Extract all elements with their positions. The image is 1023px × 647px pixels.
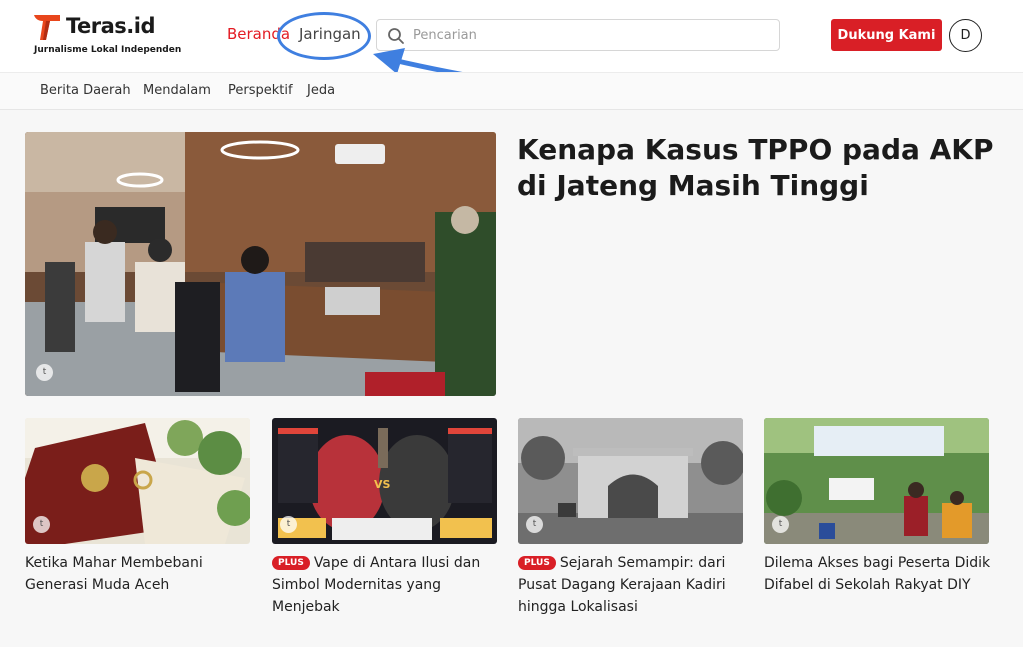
wedding-documents-photo (25, 418, 250, 544)
card-image-vape[interactable]: VS t (272, 418, 497, 544)
hero-title[interactable]: Kenapa Kasus TPPO pada AKP di Jateng Mas… (517, 132, 997, 204)
card-badge: t (526, 516, 543, 533)
card-badge: t (772, 516, 789, 533)
meeting-room-photo (25, 132, 496, 396)
teras-logo-icon (34, 15, 60, 40)
card-image-semampir[interactable]: t (518, 418, 743, 544)
school-sign-photo (764, 418, 989, 544)
card-image-difabel[interactable]: t (764, 418, 989, 544)
card-title-difabel[interactable]: Dilema Akses bagi Peserta Didik Difabel … (764, 552, 992, 596)
card-badge: t (33, 516, 50, 533)
hero-image[interactable]: t (25, 132, 496, 396)
card-title-vape[interactable]: PLUS Vape di Antara Ilusi dan Simbol Mode… (272, 552, 500, 618)
plus-badge: PLUS (518, 556, 556, 570)
card-title-text: Ketika Mahar Membebani Generasi Muda Ace… (25, 555, 203, 593)
subnav-mendalam[interactable]: Mendalam (143, 83, 211, 98)
user-avatar[interactable]: D (949, 19, 982, 52)
logo-name: Teras.id (66, 14, 156, 38)
subnav-berita-daerah[interactable]: Berita Daerah (40, 83, 131, 98)
card-badge: t (280, 516, 297, 533)
annotation-circle (277, 12, 371, 60)
card-title-mahar[interactable]: Ketika Mahar Membebani Generasi Muda Ace… (25, 552, 253, 596)
card-title-semampir[interactable]: PLUS Sejarah Semampir: dari Pusat Dagang … (518, 552, 746, 618)
support-button[interactable]: Dukung Kami (831, 19, 942, 51)
lungs-infographic: VS (272, 418, 497, 544)
subnav-jeda[interactable]: Jeda (307, 83, 335, 98)
category-nav: Berita Daerah Mendalam Perspektif Jeda (0, 72, 1023, 110)
historic-gate-photo (518, 418, 743, 544)
site-logo[interactable]: Teras.id Jurnalisme Lokal Independen (32, 12, 182, 62)
card-image-mahar[interactable]: t (25, 418, 250, 544)
hero-badge: t (36, 364, 53, 381)
subnav-perspektif[interactable]: Perspektif (228, 83, 293, 98)
site-header: Teras.id Jurnalisme Lokal Independen Ber… (0, 0, 1023, 72)
vs-label: VS (374, 478, 391, 491)
card-title-text: Dilema Akses bagi Peserta Didik Difabel … (764, 555, 991, 593)
logo-tagline: Jurnalisme Lokal Independen (34, 45, 182, 55)
plus-badge: PLUS (272, 556, 310, 570)
